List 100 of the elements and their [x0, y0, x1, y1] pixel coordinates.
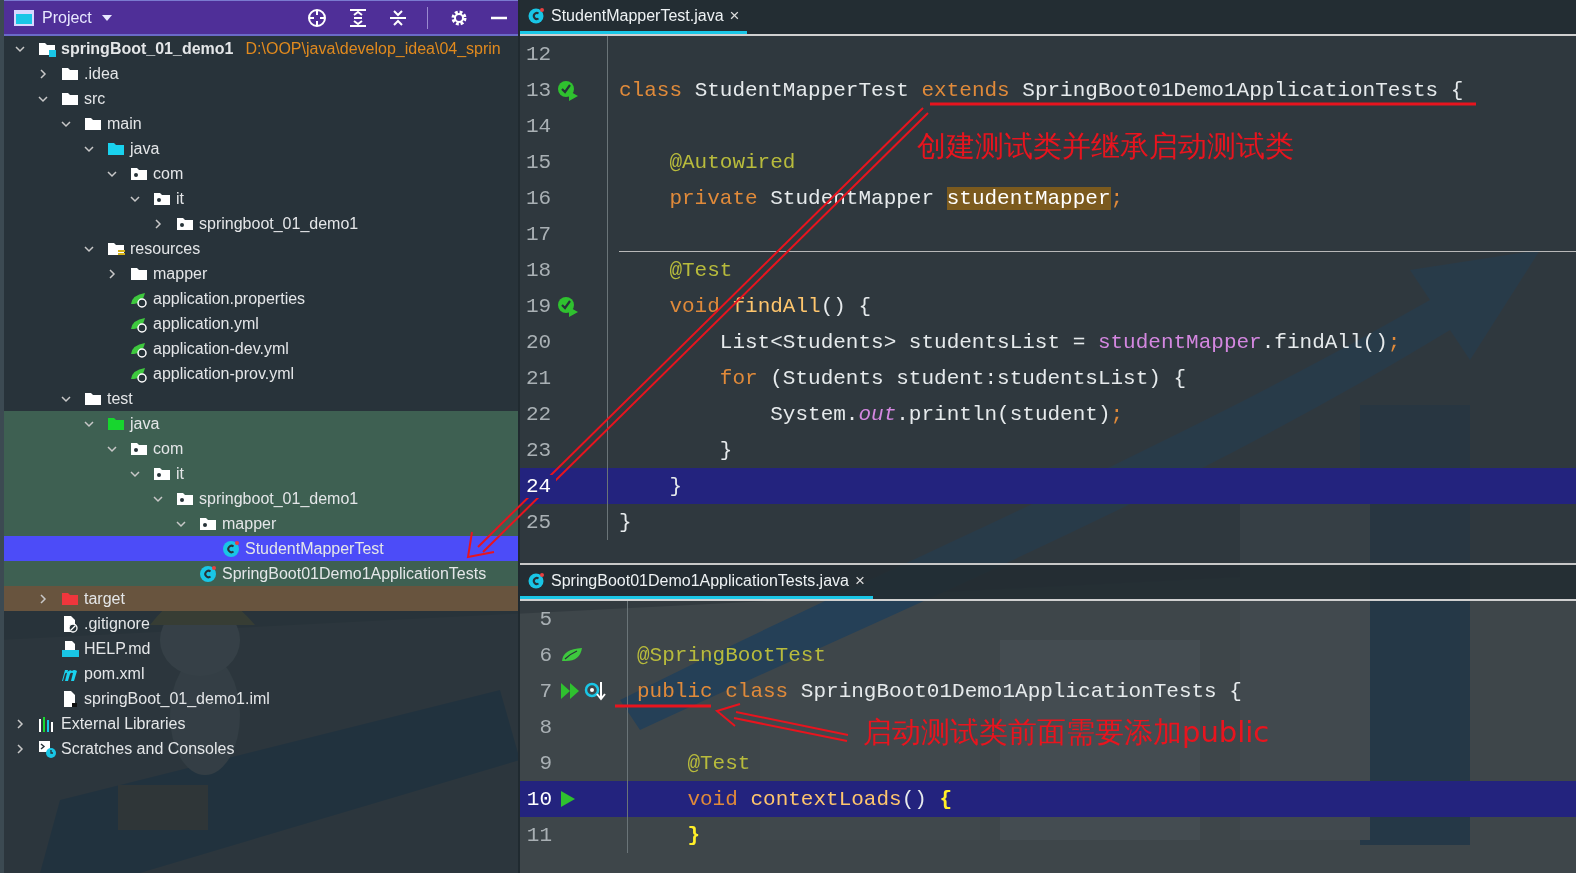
chevron-right-icon[interactable]: [106, 267, 118, 280]
tree-item[interactable]: StudentMapperTest: [4, 536, 518, 561]
tree-item[interactable]: application.yml: [4, 311, 518, 336]
line-number: 9: [538, 751, 552, 775]
code-line: @Autowired: [668, 150, 796, 174]
tree-item[interactable]: java: [4, 136, 518, 161]
code-line: @Test: [686, 751, 751, 775]
class-icon: [199, 564, 218, 583]
chevron-right-icon[interactable]: [37, 592, 49, 605]
item-label: SpringBoot01Demo1ApplicationTests: [222, 564, 487, 583]
tree-item[interactable]: mapper: [4, 261, 518, 286]
code-line: System.out.println(student);: [769, 402, 1124, 426]
item-label: springBoot_01_demo1: [61, 39, 234, 58]
code-line: for (Students student:studentsList) {: [718, 366, 1187, 390]
item-label: .gitignore: [84, 614, 150, 633]
caret-down-icon[interactable]: [101, 14, 112, 21]
item-label: java: [130, 139, 160, 158]
window-icon: [14, 9, 34, 26]
close-button[interactable]: ×: [729, 5, 740, 26]
chevron-right-icon[interactable]: [152, 217, 164, 230]
tree-item[interactable]: target: [4, 586, 518, 611]
line-number: 20: [525, 330, 553, 354]
tree-item[interactable]: it: [4, 461, 518, 486]
item-label: resources: [130, 239, 201, 258]
markdown-file-icon: [61, 639, 80, 658]
close-button[interactable]: ×: [854, 570, 865, 591]
item-label: mapper: [222, 514, 277, 533]
tree-item[interactable]: .idea: [4, 61, 518, 86]
tree-item[interactable]: resources: [4, 236, 518, 261]
item-label: springboot_01_demo1: [199, 489, 359, 508]
line-number: 19: [525, 294, 553, 318]
crosshair-icon[interactable]: [307, 7, 327, 28]
chevron-right-icon[interactable]: [14, 717, 26, 730]
line-number: 23: [525, 438, 553, 462]
code-line: List<Students> studentsList = studentMapper.findAll();: [718, 330, 1401, 354]
tree-item[interactable]: test: [4, 386, 518, 411]
tree-item[interactable]: Scratches and Consoles: [4, 736, 518, 761]
item-label: java: [130, 414, 160, 433]
code-line: }: [619, 510, 632, 534]
item-label: target: [84, 589, 125, 608]
down-arrow-circle-icon[interactable]: [584, 680, 606, 702]
tree-item[interactable]: main: [4, 111, 518, 136]
tree-item[interactable]: springboot_01_demo1: [4, 486, 518, 511]
line-number: 14: [525, 114, 553, 138]
item-label: main: [107, 114, 142, 133]
tree-item[interactable]: SpringBoot01Demo1ApplicationTests: [4, 561, 518, 586]
item-label: it: [176, 189, 184, 208]
class-icon: [222, 539, 241, 558]
tab-label: StudentMapperTest.java: [551, 6, 724, 25]
tree-item[interactable]: application.properties: [4, 286, 518, 311]
tree-item[interactable]: it: [4, 186, 518, 211]
tree-item[interactable]: HELP.md: [4, 636, 518, 661]
chevron-right-icon[interactable]: [14, 742, 26, 755]
item-label: springboot_01_demo1: [199, 214, 359, 233]
item-label: External Libraries: [61, 714, 186, 733]
run-test-icon[interactable]: [556, 79, 580, 101]
tree-item[interactable]: .gitignore: [4, 611, 518, 636]
settings-icon[interactable]: [450, 8, 468, 27]
run-icon[interactable]: [560, 790, 576, 808]
code-line: void findAll() {: [668, 294, 872, 318]
code-line: void contextLoads() {: [686, 787, 953, 811]
item-label: application-prov.yml: [153, 364, 295, 383]
tree-item[interactable]: springboot_01_demo1: [4, 211, 518, 236]
item-label: HELP.md: [84, 639, 151, 658]
chevron-right-icon[interactable]: [37, 67, 49, 80]
line-number: 12: [525, 42, 553, 66]
tab-label: SpringBoot01Demo1ApplicationTests.java: [551, 571, 849, 590]
file-icon: [61, 689, 80, 708]
line-number: 13: [525, 78, 553, 102]
class-icon: [528, 572, 545, 589]
item-label: application-dev.yml: [153, 339, 289, 358]
annotation-text: 启动测试类前面需要添加public: [863, 714, 1270, 751]
item-label: .idea: [84, 64, 119, 83]
tree-item[interactable]: mapper: [4, 511, 518, 536]
scratch-console-icon: [38, 739, 57, 758]
class-icon: [528, 7, 545, 24]
tree-item[interactable]: springBoot_01_demo1.iml: [4, 686, 518, 711]
item-label: application.yml: [153, 314, 259, 333]
run-test-icon[interactable]: [556, 295, 580, 317]
tree-item[interactable]: application-prov.yml: [4, 361, 518, 386]
file-icon: [61, 614, 80, 633]
line-number: 17: [525, 222, 553, 246]
code-line: public class SpringBoot01Demo1ApplicationTests {: [637, 679, 1242, 703]
tree-item[interactable]: External Libraries: [4, 711, 518, 736]
item-label: mapper: [153, 264, 208, 283]
tree-item[interactable]: application-dev.yml: [4, 336, 518, 361]
expand-all-icon[interactable]: [349, 8, 367, 27]
line-number: 16: [525, 186, 553, 210]
tree-item[interactable]: src: [4, 86, 518, 111]
annotation-text: 创建测试类并继承启动测试类: [917, 128, 1294, 165]
panel-title-dropdown[interactable]: Project: [42, 8, 92, 27]
leaf-icon[interactable]: [560, 646, 584, 664]
tree-item[interactable]: com: [4, 161, 518, 186]
item-label: springBoot_01_demo1.iml: [84, 689, 270, 708]
tree-item[interactable]: springBoot_01_demo1 D:\OOP\java\develop_idea\04_sprin: [4, 36, 518, 61]
path-text: D:\OOP\java\develop_idea\04_sprin: [245, 39, 501, 58]
tree-item[interactable]: java: [4, 411, 518, 436]
tree-item[interactable]: pom.xml: [4, 661, 518, 686]
collapse-all-icon[interactable]: [389, 8, 407, 27]
tree-item[interactable]: com: [4, 436, 518, 461]
